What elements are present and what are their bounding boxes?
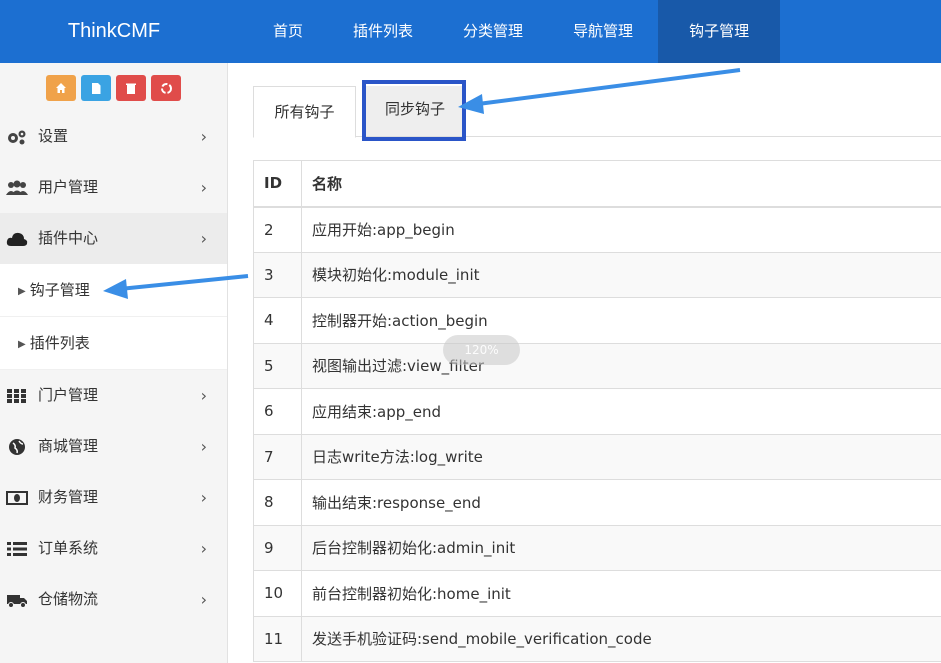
- column-header-id: ID: [253, 160, 302, 208]
- cell-name: 应用结束:app_end: [301, 388, 941, 435]
- cell-id: 2: [253, 206, 302, 253]
- sidebar-item-mall[interactable]: 商城管理 ›: [0, 421, 227, 472]
- top-navbar: ThinkCMF 首页 插件列表 分类管理 导航管理 钩子管理: [0, 0, 941, 63]
- chevron-right-icon: ›: [200, 590, 207, 609]
- chevron-right-icon: ›: [200, 437, 207, 456]
- top-nav: 首页 插件列表 分类管理 导航管理 钩子管理: [248, 0, 781, 63]
- sidebar-item-portal[interactable]: 门户管理 ›: [0, 370, 227, 421]
- table-row: 2 应用开始:app_begin: [253, 206, 941, 253]
- chevron-right-icon: ›: [200, 178, 207, 197]
- chevron-right-icon: ›: [200, 229, 207, 248]
- table-row: 11 发送手机验证码:send_mobile_verification_code: [253, 615, 941, 662]
- cell-id: 10: [253, 570, 302, 617]
- sidebar-item-settings[interactable]: 设置 ›: [0, 111, 227, 162]
- money-icon: [4, 472, 30, 523]
- recycle-icon: [160, 82, 172, 94]
- cell-name: 前台控制器初始化:home_init: [301, 570, 941, 617]
- sidebar-subitem-label: 插件列表: [29, 334, 90, 352]
- table-row: 6 应用结束:app_end: [253, 388, 941, 435]
- chevron-right-icon: ›: [200, 386, 207, 405]
- home-icon: [56, 83, 66, 93]
- grid-icon: [4, 370, 30, 421]
- caret-right-icon: ▶: [18, 339, 26, 350]
- sidebar: 设置 › 用户管理 › 插件中心 › ▶ 钩子管理 ▶ 插件列表 门户管理 › 商城…: [0, 63, 228, 663]
- highlight-box: [362, 80, 466, 141]
- sidebar-item-label: 订单系统: [38, 539, 99, 557]
- hook-tabs: 所有钩子 同步钩子: [253, 86, 941, 138]
- trash-shortcut-button[interactable]: [116, 75, 146, 101]
- users-icon: [4, 162, 30, 213]
- sidebar-item-plugins[interactable]: 插件中心 ›: [0, 213, 227, 264]
- chevron-right-icon: ›: [200, 488, 207, 507]
- hooks-table: ID 名称 2 应用开始:app_begin 3 模块初始化:module_init…: [253, 160, 941, 662]
- cell-id: 5: [253, 342, 302, 389]
- table-row: 10 前台控制器初始化:home_init: [253, 570, 941, 617]
- table-row: 4 控制器开始:action_begin: [253, 297, 941, 344]
- globe-icon: [4, 421, 30, 472]
- sidebar-item-orders[interactable]: 订单系统 ›: [0, 523, 227, 574]
- nav-home[interactable]: 首页: [248, 0, 328, 63]
- caret-right-icon: ▶: [18, 286, 26, 297]
- sidebar-item-finance[interactable]: 财务管理 ›: [0, 472, 227, 523]
- sidebar-item-label: 用户管理: [38, 178, 99, 196]
- sidebar-subitem-label: 钩子管理: [29, 281, 90, 299]
- file-shortcut-button[interactable]: [81, 75, 111, 101]
- sidebar-item-label: 仓储物流: [38, 590, 99, 608]
- cell-name: 控制器开始:action_begin: [301, 297, 941, 344]
- sidebar-item-label: 设置: [38, 127, 69, 145]
- chevron-right-icon: ›: [200, 539, 207, 558]
- cloud-icon: [4, 213, 30, 264]
- gear-icon: [4, 111, 30, 162]
- sidebar-item-warehouse[interactable]: 仓储物流 ›: [0, 574, 227, 625]
- sidebar-item-label: 财务管理: [38, 488, 99, 506]
- file-icon: [92, 82, 101, 94]
- column-header-name: 名称: [301, 160, 941, 208]
- nav-plugin-list[interactable]: 插件列表: [328, 0, 438, 63]
- brand-logo[interactable]: ThinkCMF: [0, 0, 228, 63]
- cell-name: 视图输出过滤:view_filter: [301, 342, 941, 389]
- chevron-right-icon: ›: [200, 127, 207, 146]
- table-row: 3 模块初始化:module_init: [253, 251, 941, 298]
- cell-id: 9: [253, 524, 302, 571]
- trash-icon: [126, 83, 136, 94]
- sidebar-item-label: 商城管理: [38, 437, 99, 455]
- cell-name: 日志write方法:log_write: [301, 433, 941, 480]
- nav-navigation[interactable]: 导航管理: [548, 0, 658, 63]
- cell-name: 发送手机验证码:send_mobile_verification_code: [301, 615, 941, 662]
- table-row: 8 输出结束:response_end: [253, 479, 941, 526]
- sidebar-subitem-plugin-list[interactable]: ▶ 插件列表: [0, 317, 227, 370]
- shortcut-bar: [0, 63, 227, 111]
- sidebar-item-label: 门户管理: [38, 386, 99, 404]
- nav-category[interactable]: 分类管理: [438, 0, 548, 63]
- table-row: 7 日志write方法:log_write: [253, 433, 941, 480]
- sidebar-item-label: 插件中心: [38, 229, 99, 247]
- table-header-row: ID 名称: [253, 160, 941, 208]
- cell-name: 应用开始:app_begin: [301, 206, 941, 253]
- cell-id: 3: [253, 251, 302, 298]
- recycle-shortcut-button[interactable]: [151, 75, 181, 101]
- cell-name: 后台控制器初始化:admin_init: [301, 524, 941, 571]
- cell-id: 4: [253, 297, 302, 344]
- nav-hooks[interactable]: 钩子管理: [658, 0, 781, 63]
- truck-icon: [4, 574, 30, 625]
- list-icon: [4, 523, 30, 574]
- cell-id: 6: [253, 388, 302, 435]
- cell-id: 8: [253, 479, 302, 526]
- table-row: 5 视图输出过滤:view_filter: [253, 342, 941, 389]
- sidebar-item-users[interactable]: 用户管理 ›: [0, 162, 227, 213]
- cell-id: 11: [253, 615, 302, 662]
- tab-all-hooks[interactable]: 所有钩子: [253, 86, 356, 138]
- table-row: 9 后台控制器初始化:admin_init: [253, 524, 941, 571]
- home-shortcut-button[interactable]: [46, 75, 76, 101]
- sidebar-subitem-hooks[interactable]: ▶ 钩子管理: [0, 264, 227, 317]
- cell-id: 7: [253, 433, 302, 480]
- cell-name: 模块初始化:module_init: [301, 251, 941, 298]
- zoom-level-badge: 120%: [443, 335, 520, 365]
- cell-name: 输出结束:response_end: [301, 479, 941, 526]
